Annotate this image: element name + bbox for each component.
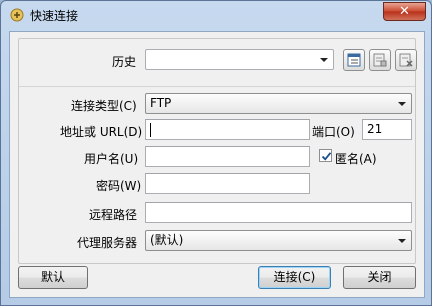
text-caret: [150, 123, 151, 137]
username-input[interactable]: [145, 146, 310, 167]
proxy-label: 代理服务器: [77, 236, 138, 250]
password-input[interactable]: [145, 173, 310, 194]
port-value: 21: [367, 122, 383, 136]
anonymous-checkbox[interactable]: [319, 149, 332, 162]
chevron-down-icon: [320, 58, 328, 62]
close-button[interactable]: 关闭: [343, 266, 416, 289]
address-label: 地址或 URL(D): [60, 125, 143, 139]
history-save-button[interactable]: [369, 49, 391, 71]
app-connect-icon: [9, 7, 25, 23]
settings-group: 历史 连接类型(C) FTP 地址或 URL(D) 端口(O) 21 用户名(U…: [18, 38, 417, 264]
title-bar: 快速连接 ✕: [1, 1, 431, 29]
chevron-down-icon: [398, 102, 406, 106]
checkmark-icon: [321, 152, 332, 161]
edit-list-icon: [347, 53, 361, 67]
username-label: 用户名(U): [84, 152, 139, 166]
window-close-button[interactable]: ✕: [383, 2, 426, 21]
history-delete-button[interactable]: [395, 49, 417, 71]
proxy-select[interactable]: (默认): [145, 230, 412, 251]
section-divider: [19, 86, 415, 87]
port-label: 端口(O): [312, 125, 355, 139]
delete-list-icon: [399, 53, 413, 67]
proxy-value: (默认): [150, 233, 184, 247]
chevron-down-icon: [398, 239, 406, 243]
remote-path-input[interactable]: [145, 202, 412, 223]
save-list-icon: [373, 53, 387, 67]
anonymous-label[interactable]: 匿名(A): [335, 150, 377, 167]
address-input[interactable]: [145, 119, 310, 140]
window-title: 快速连接: [30, 9, 79, 23]
defaults-button[interactable]: 默认: [18, 266, 88, 289]
history-label: 历史: [112, 55, 137, 69]
connection-type-label: 连接类型(C): [71, 99, 137, 113]
history-select[interactable]: [145, 49, 334, 70]
history-edit-button[interactable]: [343, 49, 365, 71]
password-label: 密码(W): [96, 179, 142, 193]
remote-path-label: 远程路径: [89, 208, 138, 222]
quick-connect-window: 快速连接 ✕ 历史 连接类型(C) FTP 地址或 URL(D) 端口(O) 2…: [0, 0, 432, 306]
port-input[interactable]: 21: [362, 119, 412, 140]
connection-type-select[interactable]: FTP: [145, 93, 412, 114]
connect-button[interactable]: 连接(C): [258, 266, 331, 289]
connection-type-value: FTP: [150, 96, 172, 110]
dialog-body: 历史 连接类型(C) FTP 地址或 URL(D) 端口(O) 21 用户名(U…: [9, 31, 425, 298]
